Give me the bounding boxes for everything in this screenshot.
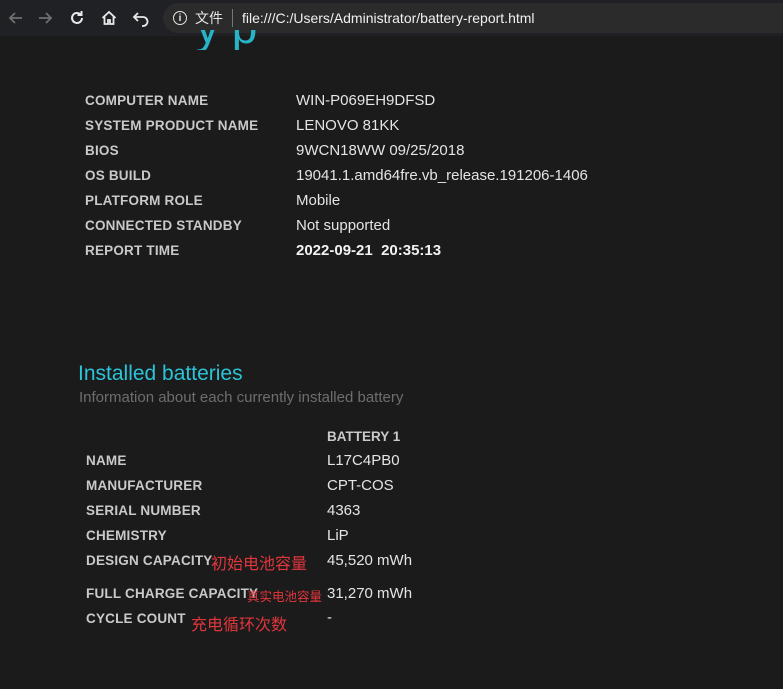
url-text[interactable]: file:///C:/Users/Administrator/battery-r… [242, 10, 535, 26]
annotation-design-capacity: 初始电池容量 [211, 556, 308, 573]
browser-toolbar: i 文件 file:///C:/Users/Administrator/batt… [0, 0, 783, 36]
undo-icon [132, 12, 149, 27]
value-serial-number: 4363 [327, 502, 361, 519]
label-battery-name: NAME [86, 453, 127, 468]
label-computer-name: COMPUTER NAME [85, 93, 209, 108]
value-manufacturer: CPT-COS [327, 477, 394, 494]
label-report-time: REPORT TIME [85, 243, 180, 258]
section-title-installed-batteries: Installed batteries [78, 362, 243, 385]
value-cycle-count: - [327, 609, 332, 626]
address-divider [232, 9, 233, 27]
page-title: y p [196, 30, 336, 50]
value-design-capacity: 45,520 mWh [327, 552, 413, 569]
value-os-build: 19041.1.amd64fre.vb_release.191206-1406 [296, 167, 588, 184]
home-button[interactable] [93, 2, 125, 34]
refresh-button[interactable] [61, 2, 93, 34]
value-system-product-name: LENOVO 81KK [296, 117, 400, 134]
annotation-cycle-count: 充电循环次数 [191, 617, 288, 634]
label-chemistry: CHEMISTRY [86, 528, 167, 543]
label-serial-number: SERIAL NUMBER [86, 503, 201, 518]
info-icon[interactable]: i [173, 11, 187, 25]
value-platform-role: Mobile [296, 192, 341, 209]
forward-button[interactable] [29, 2, 61, 34]
refresh-icon [71, 11, 83, 24]
label-design-capacity: DESIGN CAPACITY [86, 553, 213, 568]
address-bar[interactable]: i 文件 file:///C:/Users/Administrator/batt… [163, 3, 783, 33]
value-bios: 9WCN18WW 09/25/2018 [296, 142, 465, 159]
value-chemistry: LiP [327, 527, 349, 544]
label-cycle-count: CYCLE COUNT [86, 611, 186, 626]
label-connected-standby: CONNECTED STANDBY [85, 218, 242, 233]
home-icon [101, 10, 117, 25]
section-subtitle: Information about each currently install… [79, 389, 404, 406]
label-bios: BIOS [85, 143, 119, 158]
value-battery-name: L17C4PB0 [327, 452, 400, 469]
value-connected-standby: Not supported [296, 217, 391, 234]
battery-report-page: y p COMPUTER NAME WIN-P069EH9DFSD SYSTEM… [0, 30, 783, 689]
label-manufacturer: MANUFACTURER [86, 478, 203, 493]
value-report-time: 2022-09-21 20:35:13 [296, 242, 442, 259]
arrow-left-icon [8, 12, 22, 24]
label-os-build: OS BUILD [85, 168, 152, 183]
scheme-label: 文件 [195, 10, 223, 26]
label-platform-role: PLATFORM ROLE [85, 193, 203, 208]
label-full-charge-capacity: FULL CHARGE CAPACITY [86, 586, 259, 601]
value-computer-name: WIN-P069EH9DFSD [296, 92, 436, 109]
value-full-charge-capacity: 31,270 mWh [327, 585, 413, 602]
label-system-product-name: SYSTEM PRODUCT NAME [85, 118, 259, 133]
battery-column-header: BATTERY 1 [327, 429, 401, 444]
undo-button[interactable] [125, 2, 157, 34]
arrow-right-icon [39, 12, 53, 24]
back-button[interactable] [0, 2, 32, 34]
annotation-full-charge-capacity: 真实电池容量 [247, 590, 323, 604]
